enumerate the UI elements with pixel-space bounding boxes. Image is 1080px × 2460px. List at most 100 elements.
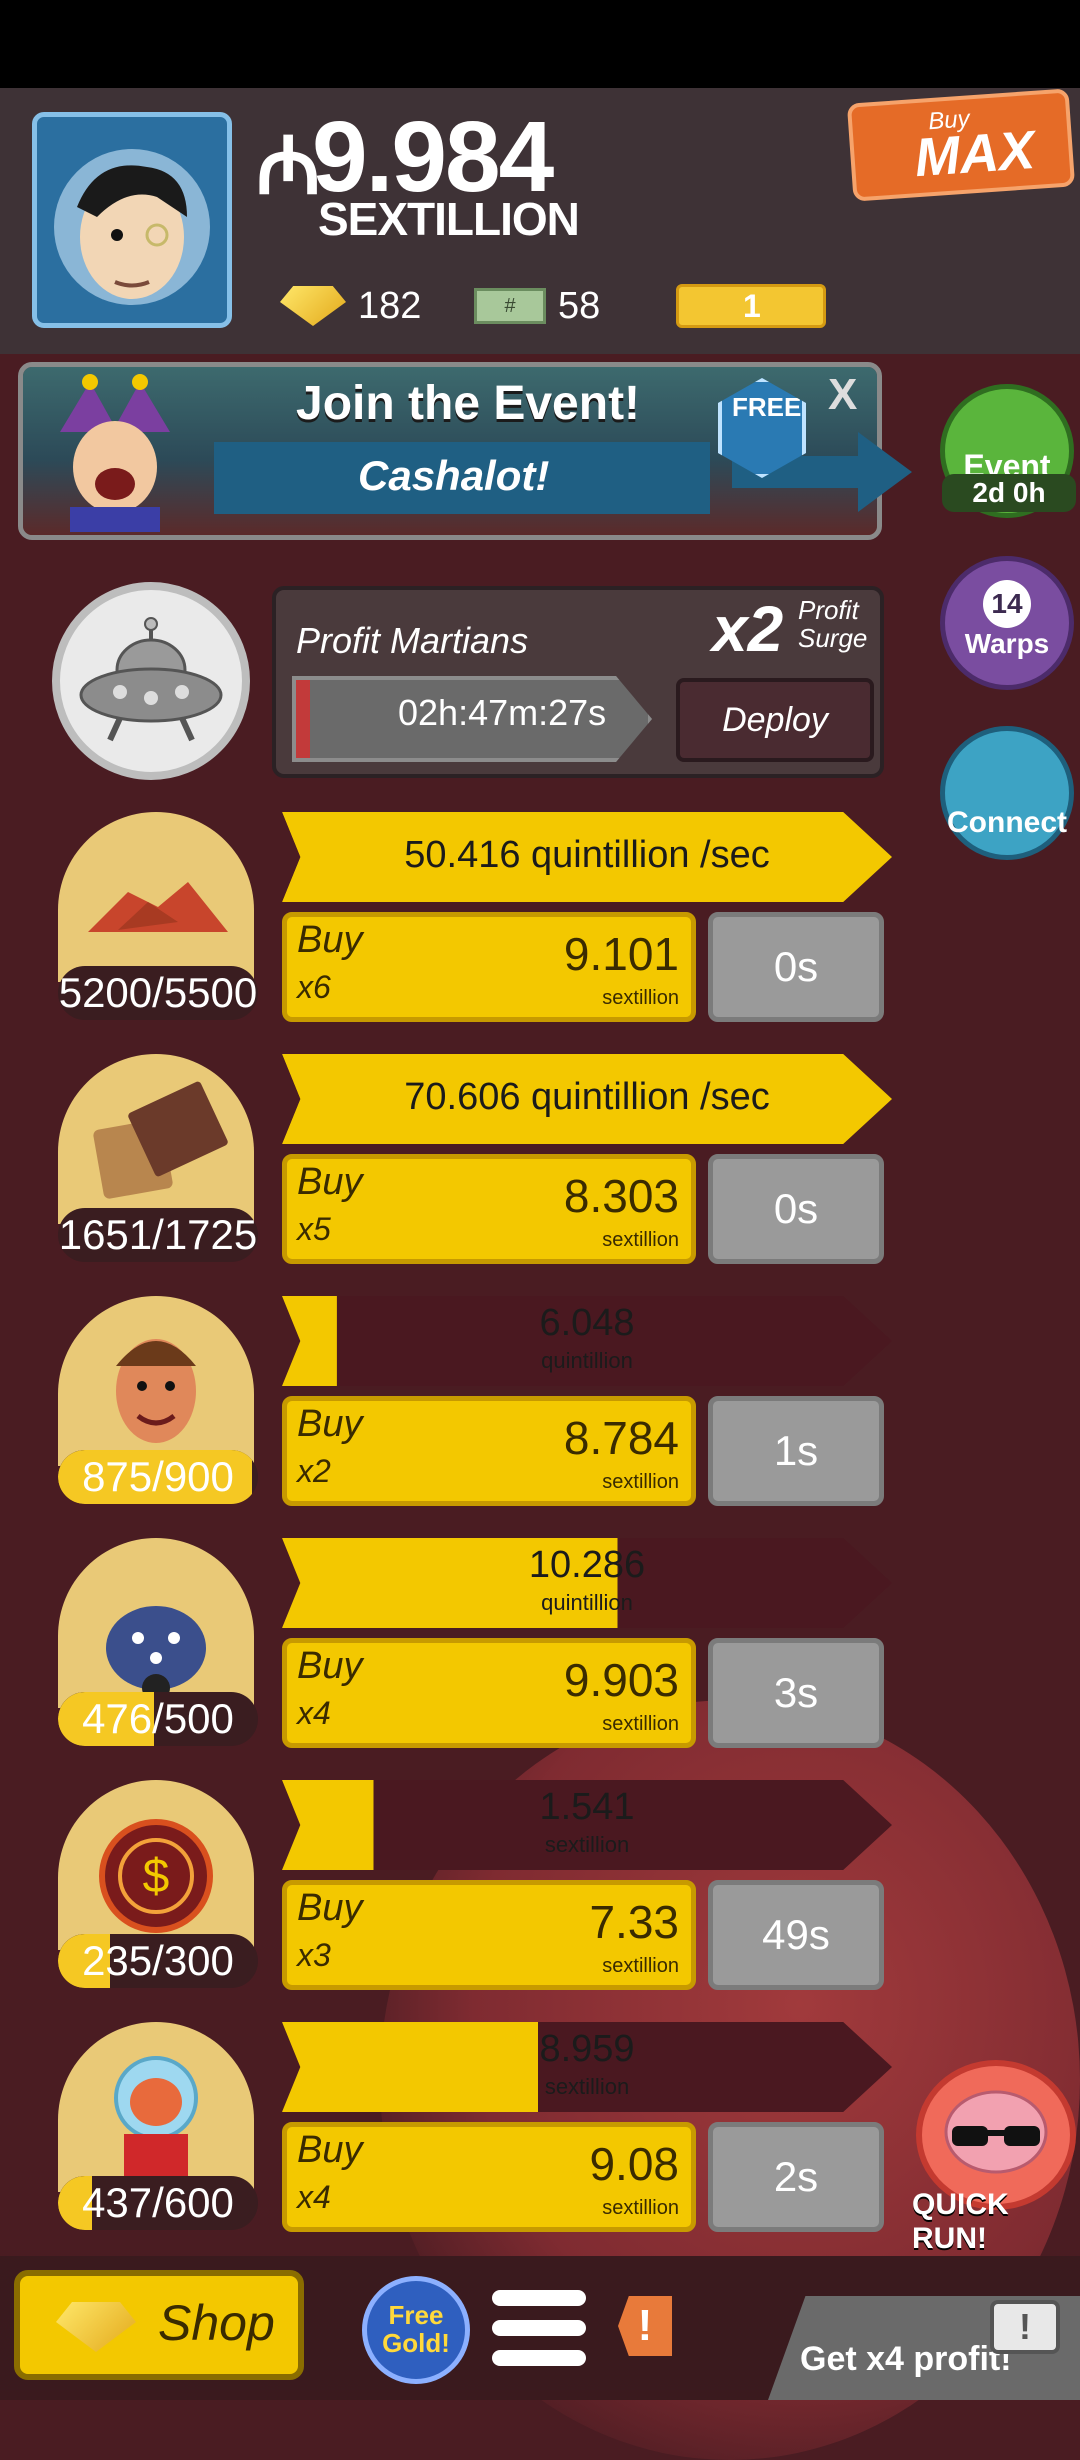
event-subtitle: Cashalot!: [358, 452, 550, 499]
buy-label: Buy: [297, 1403, 363, 1445]
buy-cost-unit: sextillion: [602, 1229, 679, 1251]
business-icon-4[interactable]: $: [58, 1780, 254, 1950]
owned-count-label: 437/600: [82, 2179, 234, 2226]
profit-surge-label: Profit Surge: [798, 596, 867, 652]
production-rate: 10.286: [528, 1544, 646, 1586]
alert-icon[interactable]: !: [618, 2296, 672, 2356]
free-gold-button[interactable]: Free Gold!: [362, 2276, 470, 2384]
buy-label: Buy: [297, 919, 363, 961]
jester-character-icon: [30, 372, 200, 532]
svg-text:$: $: [143, 1850, 170, 1903]
buy-cost: 8.303: [563, 1170, 679, 1222]
buy-business-button[interactable]: Buy x5 8.303 sextillion: [282, 1154, 696, 1264]
event-close-button[interactable]: X: [828, 370, 857, 420]
production-rate: 70.606 quintillion /sec: [404, 1076, 770, 1118]
business-timer: 3s: [708, 1638, 884, 1748]
production-rate-unit: quintillion: [541, 1590, 633, 1615]
buy-business-button[interactable]: Buy x4 9.08 sextillion: [282, 2122, 696, 2232]
ufo-icon[interactable]: [52, 582, 250, 780]
production-rate: 8.959: [539, 2028, 635, 2070]
production-rate-unit: sextillion: [544, 2074, 630, 2099]
owned-count-label: 235/300: [82, 1937, 234, 1984]
deploy-button[interactable]: Deploy: [676, 678, 874, 762]
business-icon-1[interactable]: [58, 1054, 254, 1224]
smiling-face-icon: [58, 1296, 254, 1471]
buy-business-button[interactable]: Buy x6 9.101 sextillion: [282, 912, 696, 1022]
buy-multiplier: x4: [297, 1695, 331, 1731]
business-owned-count: 875/900: [58, 1450, 258, 1504]
production-rate-unit: sextillion: [544, 1832, 630, 1857]
connect-button[interactable]: Connect: [940, 726, 1074, 860]
owned-count-label: 1651/1725: [58, 1211, 258, 1258]
buy-business-button[interactable]: Buy x3 7.33 sextillion: [282, 1880, 696, 1990]
gold-amount: 182: [358, 284, 422, 327]
tv-icon: !: [990, 2300, 1060, 2354]
player-avatar[interactable]: [32, 112, 232, 328]
buy-multiplier: x3: [297, 1937, 331, 1973]
buy-label: Buy: [297, 1645, 363, 1687]
gold-counter[interactable]: 182: [280, 276, 421, 336]
buy-cost: 9.101: [563, 928, 679, 980]
free-badge-label: FREE: [732, 392, 802, 422]
production-rate: 50.416 quintillion /sec: [404, 834, 770, 876]
quick-run-label: QUICK RUN!: [912, 2188, 1009, 2255]
buy-cost-unit: sextillion: [602, 1713, 679, 1735]
business-timer: 0s: [708, 1154, 884, 1264]
alien-astronaut-icon: [58, 2022, 254, 2197]
astronaut-avatar-icon: [54, 149, 210, 305]
business-owned-count: 476/500: [58, 1692, 258, 1746]
money-unit: SEXTILLION: [318, 193, 580, 245]
profit-surge-line2: Surge: [798, 623, 868, 653]
buy-multiplier: x2: [297, 1453, 331, 1489]
profit-surge-line1: Profit: [798, 595, 859, 625]
buy-cost-unit: sextillion: [602, 2197, 679, 2219]
buy-max-button[interactable]: Buy MAX: [846, 88, 1076, 202]
buy-max-big-label: MAX: [912, 119, 1037, 189]
business-timer: 1s: [708, 1396, 884, 1506]
business-icon-3[interactable]: [58, 1538, 254, 1708]
owned-count-label: 875/900: [82, 1453, 234, 1500]
business-timer: 0s: [708, 912, 884, 1022]
buy-multiplier: x6: [297, 969, 331, 1005]
buy-cost: 9.903: [563, 1654, 679, 1706]
profit-martians-title: Profit Martians: [296, 620, 529, 661]
red-ore-icon: [58, 812, 254, 987]
megabucks-counter[interactable]: # 58: [474, 276, 600, 336]
warps-label: Warps: [964, 628, 1050, 659]
ticket-amount: 1: [676, 284, 826, 328]
gold-gem-icon: [56, 2302, 136, 2352]
business-timer: 49s: [708, 1880, 884, 1990]
buy-cost-unit: sextillion: [602, 1471, 679, 1493]
coin-portal-icon: $: [58, 1780, 254, 1955]
buy-business-button[interactable]: Buy x2 8.784 sextillion: [282, 1396, 696, 1506]
business-owned-count: 5200/5500: [58, 966, 258, 1020]
buy-business-button[interactable]: Buy x4 9.903 sextillion: [282, 1638, 696, 1748]
business-owned-count: 437/600: [58, 2176, 258, 2230]
chocolate-bar-icon: [58, 1054, 254, 1229]
production-rate: 6.048: [539, 1302, 635, 1344]
buy-cost: 8.784: [563, 1412, 679, 1464]
warps-count: 14: [983, 580, 1031, 628]
ticket-counter[interactable]: 1: [676, 276, 826, 336]
shop-label: Shop: [158, 2295, 275, 2351]
production-rate: 1.541: [539, 1786, 635, 1828]
business-icon-2[interactable]: [58, 1296, 254, 1466]
warps-button[interactable]: 14 Warps: [940, 556, 1074, 690]
buy-cost: 7.33: [589, 1896, 679, 1948]
get-x4-profit-label: Get x4 profit!: [800, 2340, 1012, 2378]
business-icon-5[interactable]: [58, 2022, 254, 2192]
status-bar: [0, 0, 1080, 88]
martian-timer-fill: [296, 680, 311, 758]
business-owned-count: 1651/1725: [58, 1208, 258, 1262]
menu-icon[interactable]: [492, 2290, 586, 2370]
event-timer: 2d 0h: [942, 474, 1076, 512]
profit-multiplier: x2: [712, 593, 784, 665]
gold-bar-icon: [280, 286, 346, 326]
business-icon-0[interactable]: [58, 812, 254, 982]
buy-multiplier: x5: [297, 1211, 331, 1247]
connect-label: Connect: [947, 806, 1067, 839]
buy-label: Buy: [297, 1161, 363, 1203]
martian-timer: 02h:47m:27s: [398, 692, 607, 733]
owned-count-label: 5200/5500: [58, 969, 258, 1016]
production-rate-unit: quintillion: [541, 1348, 633, 1373]
